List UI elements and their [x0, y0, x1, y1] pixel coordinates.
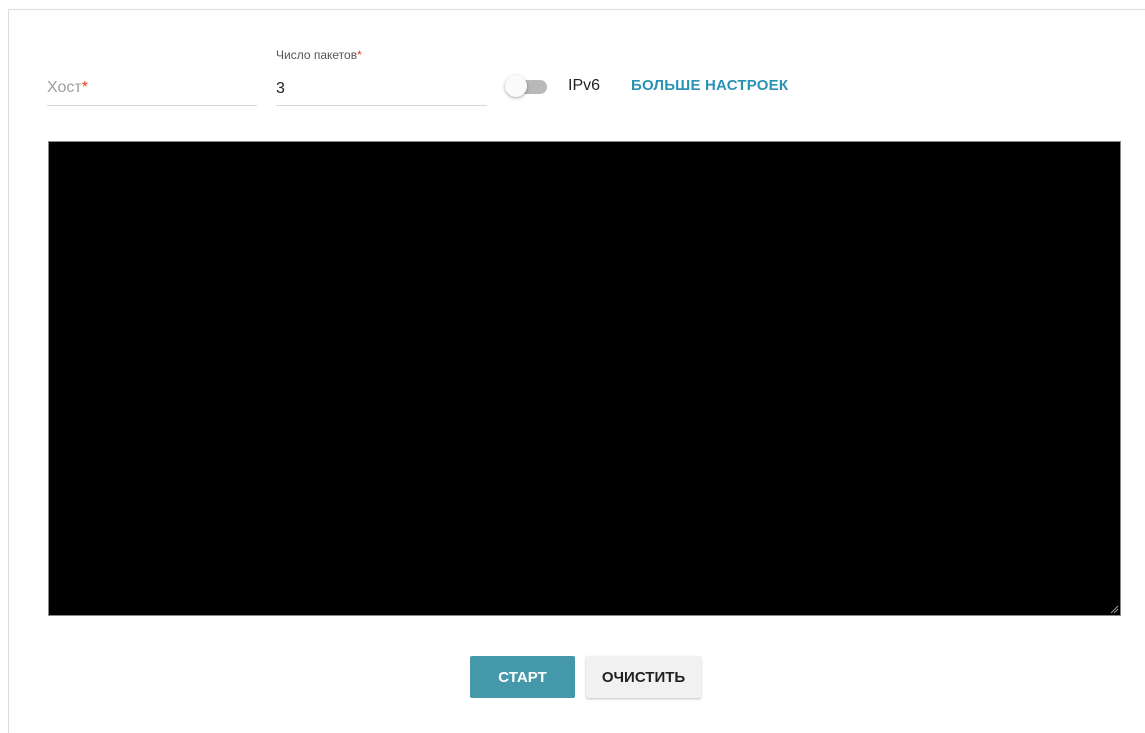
page: Хост* Число пакетов* 3 IPv6 БОЛЬШЕ НАСТР… [0, 0, 1145, 733]
host-required-mark: * [81, 79, 88, 96]
start-button[interactable]: СТАРТ [470, 656, 575, 698]
host-placeholder: Хост* [47, 79, 88, 97]
packet-count-value: 3 [276, 80, 285, 97]
packet-count-required-mark: * [357, 48, 362, 62]
packet-count-label: Число пакетов* [276, 48, 362, 62]
ipv6-toggle[interactable] [505, 75, 549, 99]
more-settings-link[interactable]: БОЛЬШЕ НАСТРОЕК [631, 77, 788, 94]
packet-count-label-text: Число пакетов [276, 48, 358, 62]
host-placeholder-text: Хост [47, 79, 82, 96]
packet-count-underline [276, 105, 487, 106]
ipv6-label: IPv6 [568, 77, 601, 94]
packet-count-field[interactable]: Число пакетов* 3 [276, 48, 487, 106]
clear-button[interactable]: ОЧИСТИТЬ [586, 656, 701, 698]
host-field[interactable]: Хост* [47, 70, 257, 106]
host-underline [47, 105, 257, 106]
ipv6-toggle-knob [505, 75, 527, 97]
ping-panel: Хост* Число пакетов* 3 IPv6 БОЛЬШЕ НАСТР… [8, 9, 1145, 733]
ping-output-console[interactable] [48, 141, 1121, 616]
resize-handle-icon[interactable] [1109, 604, 1119, 614]
